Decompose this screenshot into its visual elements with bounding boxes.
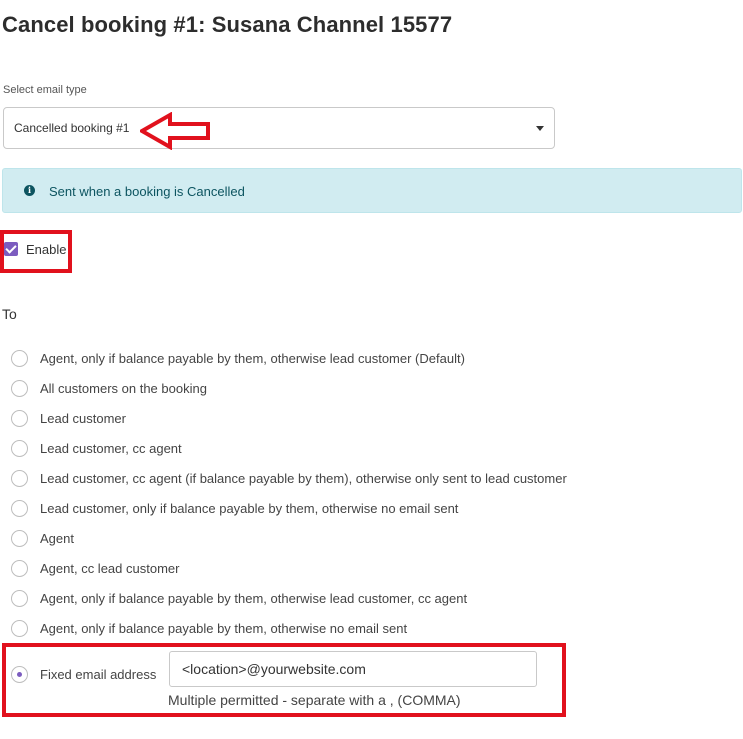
- recipient-option-label: Agent, only if balance payable by them, …: [40, 591, 468, 606]
- fixed-email-help-text: Multiple permitted - separate with a , (…: [168, 692, 461, 708]
- chevron-down-icon: [536, 126, 544, 131]
- to-label: To: [2, 306, 17, 322]
- recipient-radio[interactable]: [11, 380, 28, 397]
- recipient-option-label: Agent: [40, 531, 74, 546]
- recipient-radio[interactable]: [11, 530, 28, 547]
- info-alert-text: Sent when a booking is Cancelled: [49, 184, 245, 199]
- recipient-option-label: Lead customer: [40, 411, 126, 426]
- recipient-option-label: Agent, cc lead customer: [40, 561, 180, 576]
- left-arrow-icon: [140, 112, 210, 150]
- recipient-radio[interactable]: [11, 620, 28, 637]
- recipient-option-label: Agent, only if balance payable by them, …: [40, 621, 408, 636]
- recipient-option-label: Lead customer, cc agent (if balance paya…: [40, 471, 567, 486]
- recipient-radio[interactable]: [11, 470, 28, 487]
- recipient-option-label: All customers on the booking: [40, 381, 207, 396]
- recipient-radio[interactable]: [11, 560, 28, 577]
- enable-label: Enable: [26, 242, 67, 257]
- recipient-radio[interactable]: [11, 590, 28, 607]
- recipient-radio[interactable]: [11, 410, 28, 427]
- email-type-selected-value: Cancelled booking #1: [14, 121, 130, 135]
- fixed-email-input[interactable]: [169, 651, 537, 687]
- recipient-radio[interactable]: [11, 500, 28, 517]
- recipient-option-label: Lead customer, cc agent: [40, 441, 182, 456]
- enable-checkbox[interactable]: [4, 242, 18, 256]
- recipient-option-label: Agent, only if balance payable by them, …: [40, 351, 465, 366]
- recipient-radio[interactable]: [11, 350, 28, 367]
- info-circle-icon: i: [24, 185, 35, 196]
- email-type-label: Select email type: [3, 84, 87, 96]
- recipient-radio[interactable]: [11, 440, 28, 457]
- recipient-option-label: Lead customer, only if balance payable b…: [40, 501, 459, 516]
- info-alert: i Sent when a booking is Cancelled: [2, 168, 742, 213]
- email-type-select[interactable]: Cancelled booking #1: [3, 107, 555, 149]
- page-title: Cancel booking #1: Susana Channel 15577: [2, 12, 453, 37]
